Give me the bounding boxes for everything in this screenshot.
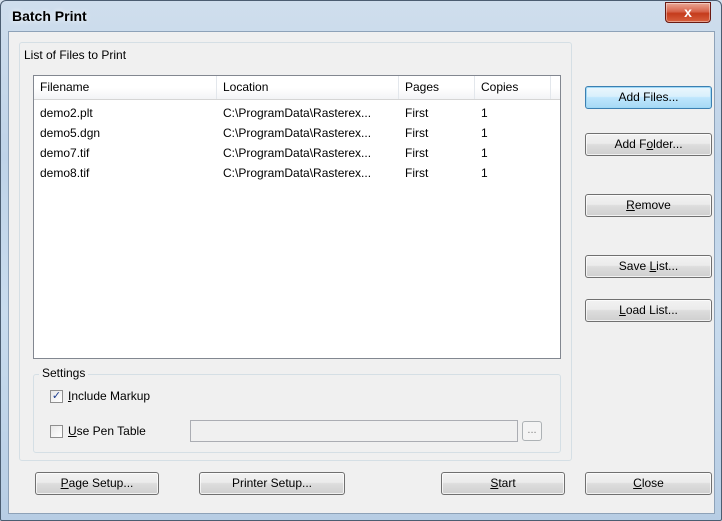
- cell-filename: demo2.plt: [40, 106, 93, 120]
- page-setup-button[interactable]: Page Setup...: [35, 472, 159, 495]
- use-pen-table-checkbox[interactable]: [50, 425, 63, 438]
- column-header-location[interactable]: Location: [217, 76, 399, 99]
- window-close-button[interactable]: x: [665, 2, 711, 23]
- cell-filename: demo7.tif: [40, 146, 90, 160]
- add-folder-button[interactable]: Add Folder...: [585, 133, 712, 156]
- cell-filename: demo5.dgn: [40, 126, 101, 140]
- list-item[interactable]: demo8.tif C:\ProgramData\Rasterex... Fir…: [34, 163, 560, 183]
- include-markup-label[interactable]: Include Markup: [68, 389, 150, 403]
- pen-table-path-field: [190, 420, 518, 442]
- dialog-client-area: List of Files to Print Filename Location…: [8, 31, 715, 514]
- close-icon: x: [684, 4, 692, 20]
- title-bar[interactable]: Batch Print x: [1, 1, 721, 31]
- window-title: Batch Print: [12, 8, 87, 24]
- column-header-copies[interactable]: Copies: [475, 76, 551, 99]
- batch-print-window: Batch Print x List of Files to Print Fil…: [0, 0, 722, 521]
- settings-group-label: Settings: [39, 366, 89, 380]
- list-item[interactable]: demo2.plt C:\ProgramData\Rasterex... Fir…: [34, 103, 560, 123]
- start-button[interactable]: Start: [441, 472, 565, 495]
- printer-setup-button[interactable]: Printer Setup...: [199, 472, 345, 495]
- save-list-button[interactable]: Save List...: [585, 255, 712, 278]
- checkmark-icon: ✓: [51, 390, 62, 402]
- include-markup-checkbox[interactable]: ✓: [50, 390, 63, 403]
- cell-pages: First: [405, 166, 429, 180]
- cell-pages: First: [405, 106, 429, 120]
- list-item[interactable]: demo7.tif C:\ProgramData\Rasterex... Fir…: [34, 143, 560, 163]
- cell-filename: demo8.tif: [40, 166, 90, 180]
- cell-location: C:\ProgramData\Rasterex...: [223, 146, 372, 160]
- files-group-label: List of Files to Print: [24, 48, 127, 62]
- cell-copies: 1: [481, 146, 488, 160]
- load-list-button[interactable]: Load List...: [585, 299, 712, 322]
- cell-copies: 1: [481, 106, 488, 120]
- pen-table-browse-button: ...: [522, 421, 542, 441]
- cell-pages: First: [405, 146, 429, 160]
- cell-copies: 1: [481, 126, 488, 140]
- cell-location: C:\ProgramData\Rasterex...: [223, 106, 372, 120]
- list-item[interactable]: demo5.dgn C:\ProgramData\Rasterex... Fir…: [34, 123, 560, 143]
- cell-copies: 1: [481, 166, 488, 180]
- remove-button[interactable]: Remove: [585, 194, 712, 217]
- column-header-pages[interactable]: Pages: [399, 76, 475, 99]
- close-button[interactable]: Close: [585, 472, 712, 495]
- cell-pages: First: [405, 126, 429, 140]
- use-pen-table-label[interactable]: Use Pen Table: [68, 424, 146, 438]
- cell-location: C:\ProgramData\Rasterex...: [223, 166, 372, 180]
- file-list[interactable]: Filename Location Pages Copies demo2.plt…: [33, 75, 561, 359]
- file-list-header: Filename Location Pages Copies: [34, 76, 560, 100]
- column-header-filename[interactable]: Filename: [34, 76, 217, 99]
- cell-location: C:\ProgramData\Rasterex...: [223, 126, 372, 140]
- add-files-button[interactable]: Add Files...: [585, 86, 712, 109]
